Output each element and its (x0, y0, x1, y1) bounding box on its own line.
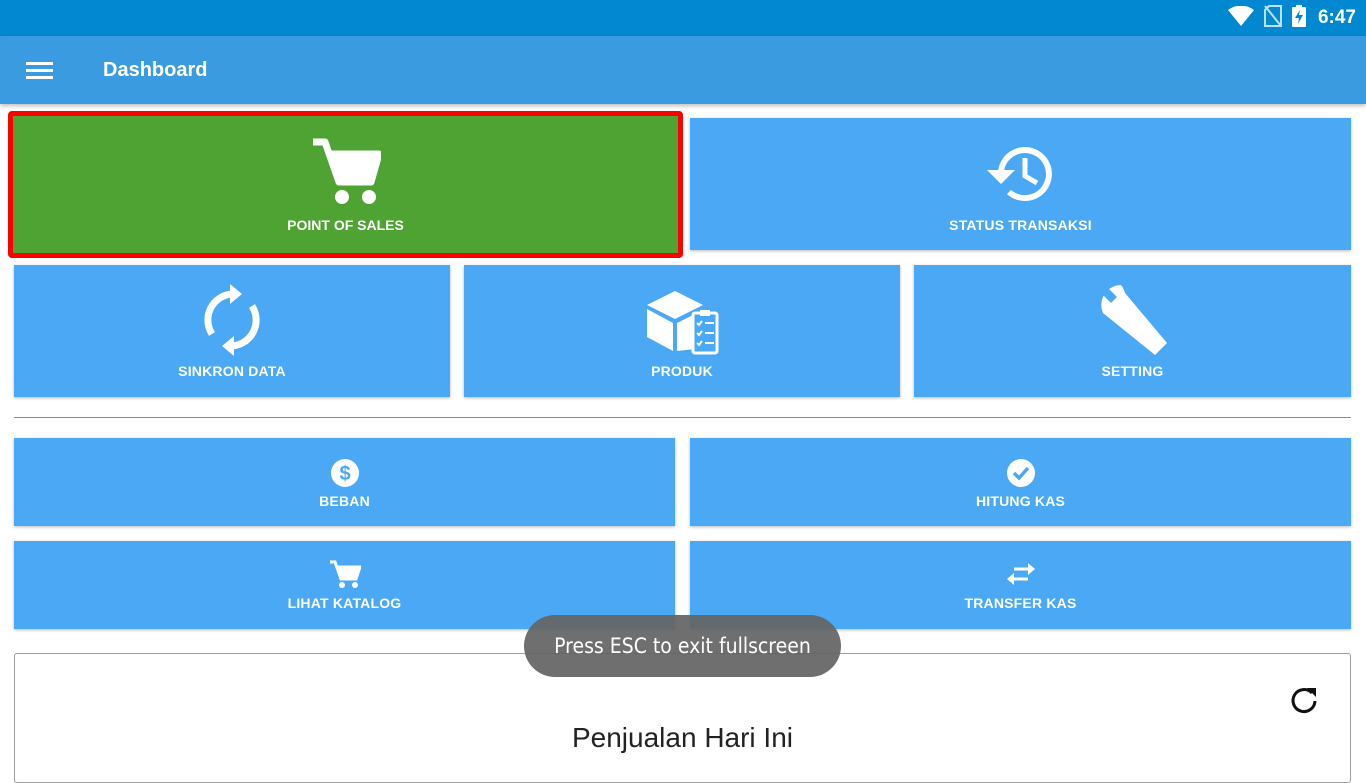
swap-arrows-icon (1006, 561, 1036, 592)
tile-label: STATUS TRANSAKSI (949, 217, 1092, 233)
svg-text:$: $ (339, 463, 350, 485)
dollar-circle-icon: $ (330, 458, 360, 493)
shopping-cart-icon (311, 138, 382, 213)
tile-label: SINKRON DATA (178, 363, 286, 379)
hamburger-menu-icon[interactable] (22, 54, 58, 86)
wrench-icon (1095, 283, 1171, 362)
tile-label: SETTING (1101, 363, 1164, 379)
produk-tile[interactable]: PRODUK (464, 265, 900, 397)
tile-label: HITUNG KAS (975, 493, 1066, 509)
sinkron-data-tile[interactable]: SINKRON DATA (14, 265, 450, 397)
tile-label: BEBAN (319, 493, 370, 509)
wifi-icon (1227, 5, 1254, 31)
status-transaksi-tile[interactable]: STATUS TRANSAKSI (690, 118, 1351, 250)
tile-label: POINT OF SALES (287, 217, 404, 233)
cart-icon (329, 559, 362, 594)
battery-charging-icon (1291, 4, 1306, 32)
page-title: Dashboard (103, 59, 208, 81)
section-divider (14, 417, 1351, 418)
sync-icon (202, 284, 262, 361)
status-bar: 6:47 (0, 0, 1366, 36)
hitung-kas-tile[interactable]: HITUNG KAS (690, 438, 1351, 526)
tile-label: LIHAT KATALOG (287, 595, 402, 611)
no-sim-icon (1263, 4, 1282, 32)
app-bar: Dashboard (0, 36, 1366, 104)
refresh-icon[interactable] (1288, 684, 1320, 716)
sales-card-title: Penjualan Hari Ini (571, 722, 794, 753)
product-box-checklist-icon (645, 287, 719, 360)
check-circle-icon (1006, 458, 1036, 493)
beban-tile[interactable]: $ BEBAN (14, 438, 675, 526)
setting-tile[interactable]: SETTING (914, 265, 1351, 397)
tile-label: TRANSFER KAS (964, 595, 1077, 611)
fullscreen-toast: Press ESC to exit fullscreen (524, 615, 841, 677)
toast-text: Press ESC to exit fullscreen (554, 634, 811, 658)
tile-label: PRODUK (651, 363, 713, 379)
status-icons: 6:47 (1227, 0, 1356, 36)
history-icon (985, 142, 1057, 211)
status-time: 6:47 (1317, 7, 1356, 28)
point-of-sales-tile[interactable]: POINT OF SALES (8, 111, 683, 258)
